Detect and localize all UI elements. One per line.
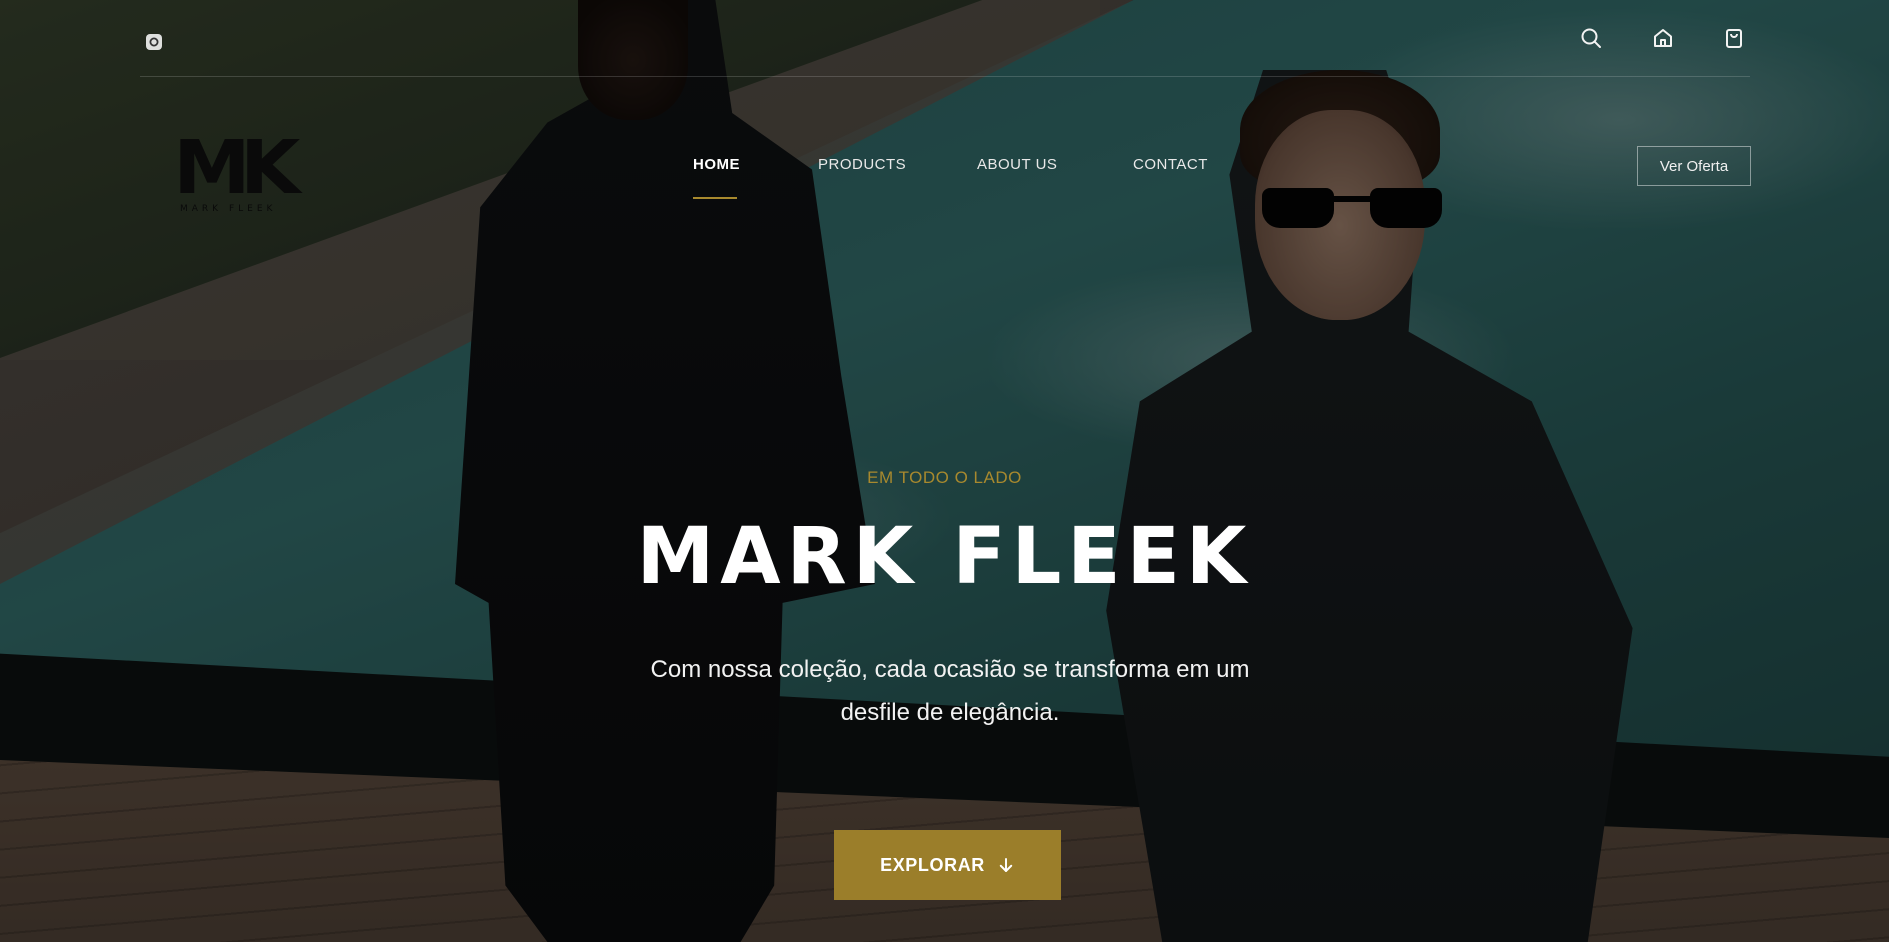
nav-item-about-us[interactable]: ABOUT US: [977, 156, 1057, 173]
nav-item-contact[interactable]: CONTACT: [1133, 156, 1208, 173]
hero-eyebrow: EM TODO O LADO: [867, 468, 1022, 487]
home-icon[interactable]: [1649, 24, 1677, 52]
nav-item-products[interactable]: PRODUCTS: [818, 156, 906, 173]
hero-subtitle: Com nossa coleção, cada ocasião se trans…: [650, 656, 1250, 726]
arrow-down-icon: [999, 858, 1013, 872]
hero-title: MARK FLEEK: [636, 512, 1253, 602]
hero-section: MK MARK FLEEK HOME PRODUCTS ABOUT US CON…: [0, 0, 1889, 942]
shopping-bag-icon[interactable]: [1720, 24, 1748, 52]
main-nav: HOME PRODUCTS ABOUT US CONTACT: [0, 156, 1889, 199]
active-nav-indicator: [693, 197, 737, 199]
ver-oferta-button[interactable]: Ver Oferta: [1637, 146, 1751, 186]
nav-item-home[interactable]: HOME: [693, 156, 740, 173]
explorar-button-label: EXPLORAR: [880, 854, 985, 875]
search-icon[interactable]: [1577, 24, 1605, 52]
top-bar: [140, 0, 1750, 77]
instagram-icon[interactable]: [140, 28, 168, 56]
explorar-button[interactable]: EXPLORAR: [834, 830, 1061, 900]
